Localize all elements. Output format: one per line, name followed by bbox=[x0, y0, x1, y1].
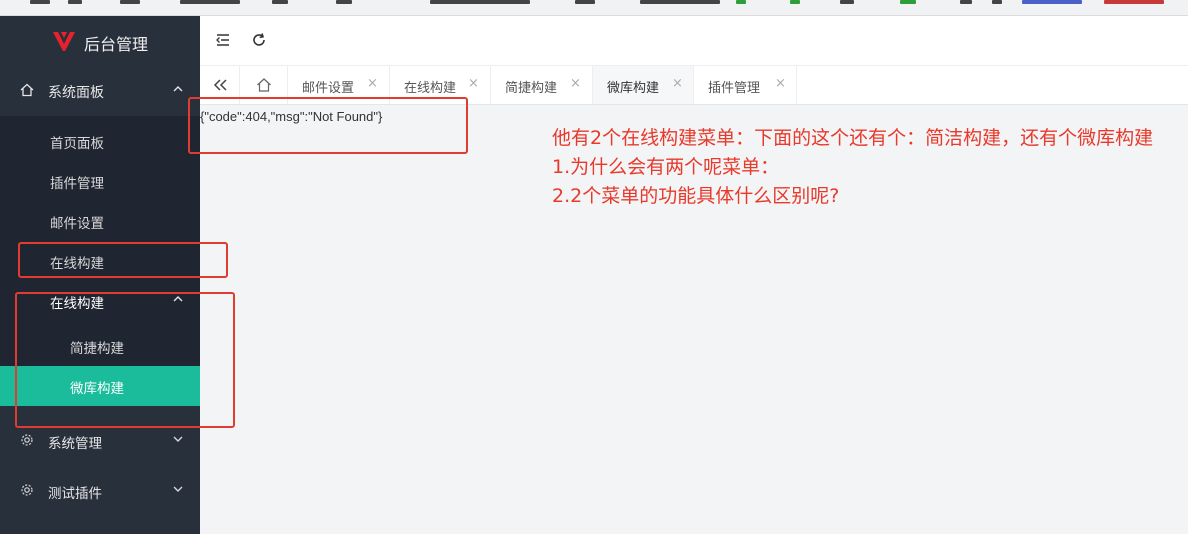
refresh-icon[interactable] bbox=[251, 32, 267, 48]
close-icon[interactable]: × bbox=[775, 76, 786, 91]
tab-plugin-management[interactable]: 插件管理 × bbox=[694, 66, 797, 104]
close-icon[interactable]: × bbox=[672, 76, 683, 91]
sidebar-logo[interactable]: 后台管理 bbox=[0, 16, 200, 66]
annotation-note: 他有2个在线构建菜单：下面的这个还有个：简洁构建，还有个微库构建 1.为什么会有… bbox=[552, 124, 1182, 211]
sidebar-item-plugin-management[interactable]: 插件管理 bbox=[0, 161, 200, 201]
sidebar-group-label: 系统面板 bbox=[48, 85, 104, 101]
annotation-line-3: 2.2个菜单的功能具体什么区别呢? bbox=[552, 185, 840, 207]
close-icon[interactable]: × bbox=[468, 76, 479, 91]
gear-icon bbox=[21, 434, 33, 446]
browser-bookmark-bar bbox=[0, 0, 1188, 16]
annotation-line-1: 他有2个在线构建菜单：下面的这个还有个：简洁构建，还有个微库构建 bbox=[552, 127, 1154, 149]
home-icon bbox=[20, 83, 34, 97]
tab-micro-build[interactable]: 微库构建 × bbox=[593, 66, 694, 104]
close-icon[interactable]: × bbox=[570, 76, 581, 91]
home-icon bbox=[257, 78, 271, 92]
annotation-line-2: 1.为什么会有两个呢菜单： bbox=[552, 156, 780, 178]
brand-logo-icon bbox=[53, 32, 75, 51]
tab-label: 微库构建 bbox=[607, 81, 660, 96]
gear-icon bbox=[21, 484, 33, 496]
collapse-menu-icon[interactable] bbox=[215, 32, 231, 48]
sidebar-group-label: 测试插件 bbox=[48, 486, 102, 502]
tab-label: 插件管理 bbox=[708, 81, 761, 96]
chevron-down-icon bbox=[173, 486, 183, 492]
close-icon[interactable]: × bbox=[367, 76, 378, 91]
annotation-box-online-build bbox=[18, 242, 228, 278]
tab-label: 简捷构建 bbox=[505, 81, 558, 96]
app-title: 后台管理 bbox=[84, 35, 149, 54]
sidebar-item-label: 邮件设置 bbox=[50, 216, 104, 232]
tab-label: 邮件设置 bbox=[302, 81, 355, 96]
sidebar-item-home-panel[interactable]: 首页面板 bbox=[0, 121, 200, 161]
tab-label: 在线构建 bbox=[404, 81, 457, 96]
chevron-down-icon bbox=[173, 436, 183, 442]
top-header bbox=[200, 16, 1188, 66]
tab-quick-build[interactable]: 简捷构建 × bbox=[491, 66, 593, 104]
annotation-box-response bbox=[188, 97, 468, 154]
double-chevron-left-icon bbox=[213, 79, 227, 91]
sidebar-group-system-panel[interactable]: 系统面板 bbox=[0, 66, 200, 116]
sidebar-item-mail-settings[interactable]: 邮件设置 bbox=[0, 201, 200, 241]
annotation-box-online-build-group bbox=[15, 292, 235, 428]
sidebar-group-test-plugin[interactable]: 测试插件 bbox=[0, 466, 200, 516]
sidebar-group-label: 系统管理 bbox=[48, 436, 102, 452]
sidebar-item-label: 首页面板 bbox=[50, 136, 104, 152]
chevron-up-icon bbox=[173, 86, 183, 92]
sidebar-item-label: 插件管理 bbox=[50, 176, 104, 192]
